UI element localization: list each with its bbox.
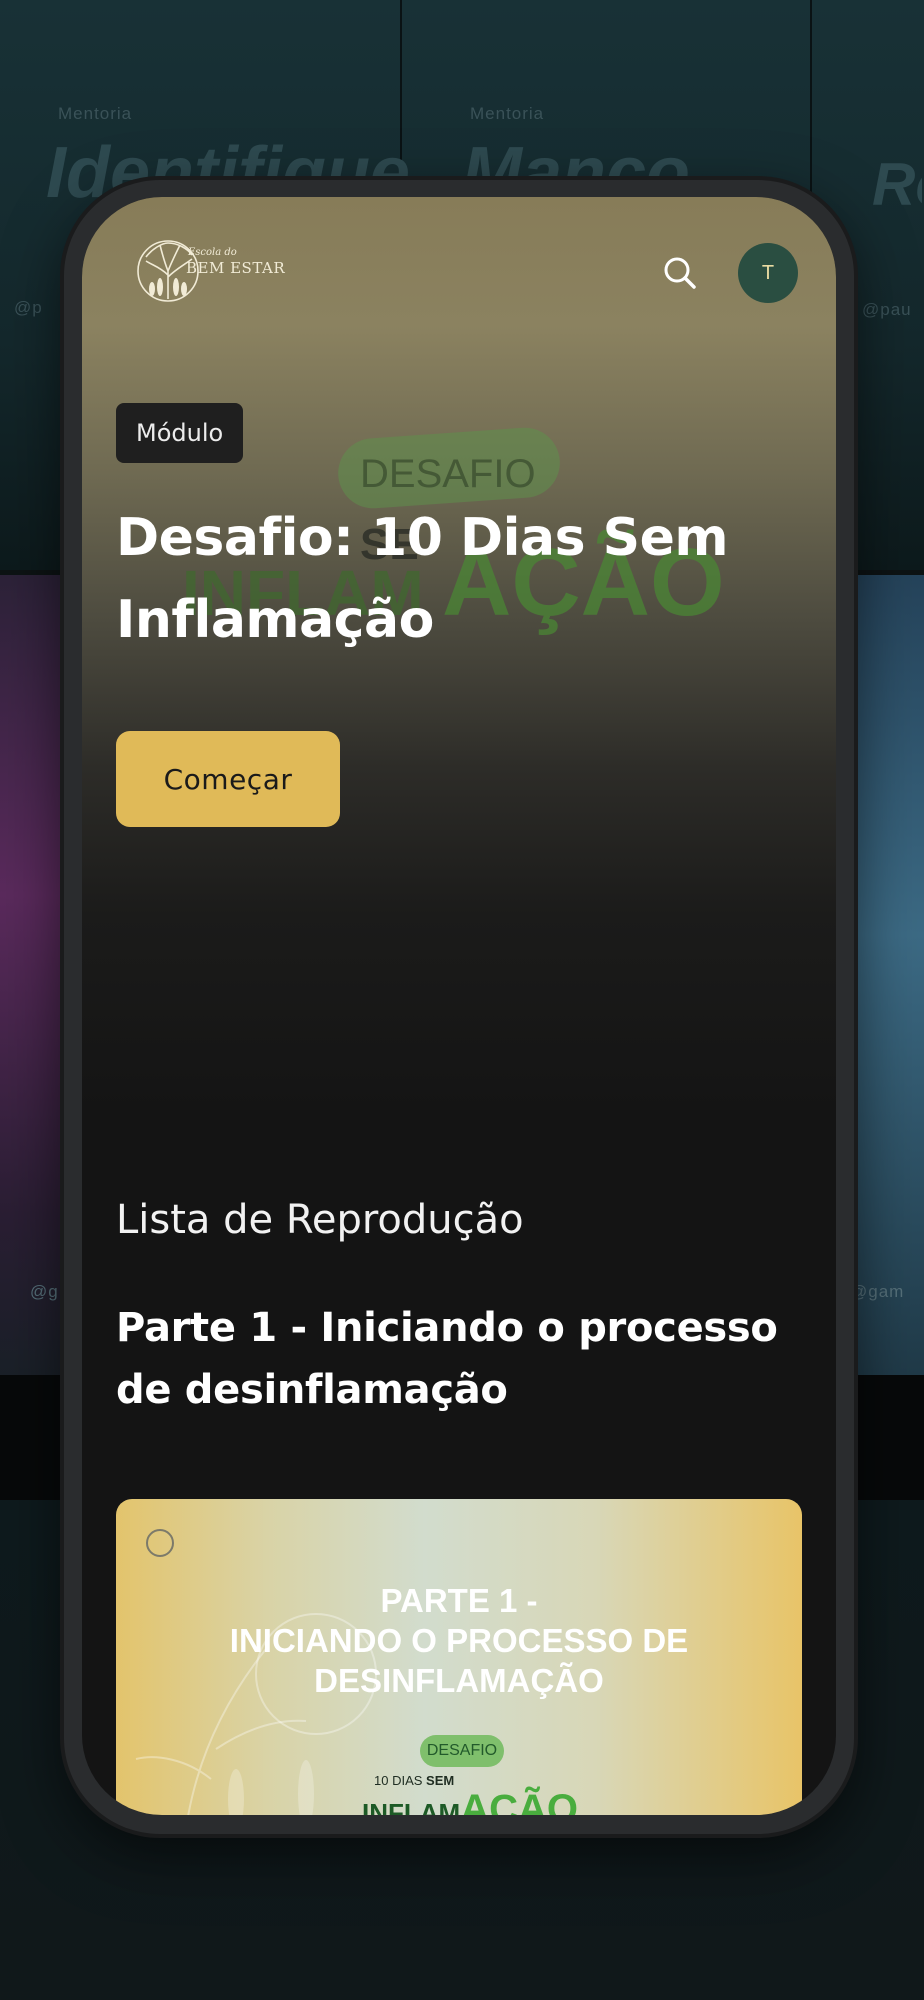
lesson-card[interactable]: PARTE 1 - INICIANDO O PROCESSO DE DESINF… [116,1499,802,1815]
start-button[interactable]: Começar [116,731,340,827]
card-challenge-subtitle: 10 DIAS SEM [374,1773,454,1788]
playlist-heading: Lista de Reprodução [116,1197,524,1243]
background-tile-handle: @pau [862,300,912,319]
background-tile-handle: @g [30,1282,59,1301]
background-tile-label: Mentoria [470,104,545,123]
card-title-line: PARTE 1 - [380,1582,538,1619]
search-button[interactable] [660,253,700,293]
background-tile-handle: @gam [850,1282,905,1301]
completion-checkbox[interactable] [146,1529,174,1557]
card-challenge-pill: DESAFIO [420,1735,504,1767]
phone-screen: DESAFIO SE INFLAM AÇÃO Escola do BEM EST… [82,197,836,1815]
avatar[interactable]: T [738,243,798,303]
search-icon [664,257,696,289]
background-tile-label: Mentoria [58,104,133,123]
card-title-line: INICIANDO O PROCESSO DE [229,1622,689,1659]
background-tile-headline: Re Cr [872,151,922,218]
card-logo-inflam: INFLAM [362,1798,461,1815]
card-subtitle-sem: SEM [426,1773,455,1788]
part-title: Parte 1 - Iniciando o processo de desinf… [116,1305,778,1413]
card-title-line: DESINFLAMAÇÃO [314,1662,604,1699]
background-tile [854,575,924,1375]
page-title: Desafio: 10 Dias Sem Inflamação [116,508,729,650]
background-tile [0,575,70,1375]
card-subtitle-days: 10 DIAS [374,1773,427,1788]
module-badge: Módulo [116,403,244,463]
card-title: PARTE 1 - INICIANDO O PROCESSO DE DESINF… [116,1581,802,1701]
hero-art-pill-text: DESAFIO [360,452,536,496]
logo-title: BEM ESTAR [186,259,286,277]
card-challenge-logo: INFLAMAÇÃO [362,1787,578,1815]
background-tile-handle: @p [14,298,43,317]
card-logo-acao: AÇÃO [460,1787,578,1815]
logo-subtitle: Escola do [188,247,237,258]
